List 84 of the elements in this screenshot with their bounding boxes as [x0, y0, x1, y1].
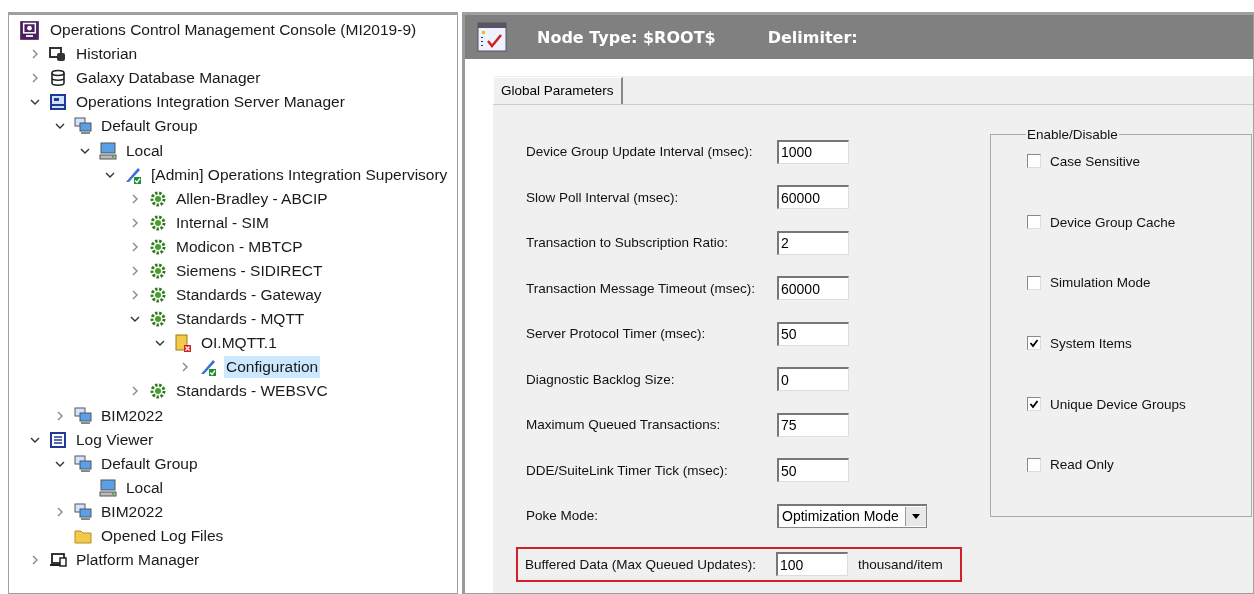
server-manager-icon — [49, 93, 67, 112]
checkbox-label: Unique Device Groups — [1050, 396, 1186, 412]
tab[interactable]: Global Parameters — [493, 77, 623, 104]
tree-item[interactable]: Standards - WEBSVC — [174, 380, 330, 403]
gear-icon — [149, 262, 167, 280]
database-icon — [49, 69, 67, 88]
tree-item[interactable]: Modicon - MBTCP — [174, 235, 305, 258]
gear-icon — [149, 286, 167, 305]
computers-icon — [74, 406, 92, 425]
computers-icon — [74, 502, 92, 521]
input-field[interactable]: 1000 — [777, 139, 849, 164]
gear-icon — [149, 382, 167, 401]
tree-item[interactable]: OI.MQTT.1 — [199, 332, 279, 355]
delimiter-label: Delimiter: — [767, 27, 858, 47]
tree-item[interactable]: [Admin] Operations Integration Supervisory — [149, 163, 450, 186]
gear-icon — [149, 189, 167, 208]
tree-item[interactable]: Standards - Gateway — [174, 284, 324, 307]
document-error-icon — [174, 334, 192, 353]
tree-item[interactable]: Internal - SIM — [174, 211, 272, 234]
input-field[interactable]: 75 — [777, 412, 849, 437]
tree-item[interactable]: Platform Manager — [74, 549, 202, 572]
tree-item[interactable]: Operations Integration Server Manager — [74, 91, 347, 114]
field-label: Maximum Queued Transactions: — [526, 417, 722, 432]
tree-item[interactable]: Allen-Bradley - ABCIP — [174, 187, 330, 210]
input-field[interactable]: 50 — [777, 321, 849, 346]
checkbox[interactable] — [1027, 397, 1041, 411]
gear-icon — [149, 310, 167, 329]
field-label: Device Group Update Interval (msec): — [526, 144, 754, 159]
input-field[interactable]: 60000 — [777, 185, 849, 209]
tree-item[interactable]: BIM2022 — [99, 500, 166, 523]
dropdown[interactable]: Optimization Mode — [777, 503, 927, 528]
checkbox-label: Device Group Cache — [1050, 214, 1176, 230]
pen-check-icon — [199, 358, 217, 377]
tree-item[interactable]: Local — [124, 476, 166, 499]
checkbox[interactable] — [1027, 215, 1041, 229]
tree-item[interactable]: Operations Control Management Console (MI2019-9) — [48, 19, 419, 42]
tree-item[interactable]: Galaxy Database Manager — [74, 67, 263, 90]
field-label: Diagnostic Backlog Size: — [526, 371, 676, 387]
checkbox-label: Simulation Mode — [1050, 275, 1151, 291]
computer-icon — [99, 141, 117, 160]
input-field[interactable]: 0 — [777, 367, 849, 391]
computers-icon — [74, 117, 92, 136]
console-icon — [19, 19, 40, 41]
computer-icon — [99, 478, 117, 497]
checkbox-label: Case Sensitive — [1050, 153, 1141, 169]
checkbox[interactable] — [1027, 154, 1041, 169]
checklist-icon — [477, 22, 507, 52]
gear-icon — [149, 213, 167, 232]
checkbox-label: Read Only — [1050, 457, 1114, 473]
input-field[interactable]: 60000 — [777, 276, 849, 300]
checkbox[interactable] — [1027, 457, 1041, 472]
checkbox-label: System Items — [1050, 335, 1132, 351]
folder-icon — [74, 527, 92, 545]
tree-item[interactable]: Standards - MQTT — [174, 308, 307, 331]
field-label: Transaction Message Timeout (msec): — [526, 280, 757, 296]
input-field[interactable]: 50 — [777, 458, 849, 482]
input-field[interactable]: 2 — [777, 230, 849, 255]
field-label: Slow Poll Interval (msec): — [526, 189, 680, 205]
tree-item[interactable]: Default Group — [99, 452, 200, 475]
tree-item[interactable]: Local — [124, 139, 166, 162]
pen-check-icon — [124, 165, 142, 184]
field-label: Poke Mode: — [526, 508, 600, 523]
tree-item[interactable]: Siemens - SIDIRECT — [174, 260, 325, 282]
checkbox[interactable] — [1027, 336, 1041, 351]
tree-item[interactable]: BIM2022 — [99, 404, 166, 427]
tree-item[interactable]: Configuration — [224, 356, 321, 379]
field-label: Server Protocol Timer (msec): — [526, 326, 707, 341]
log-viewer-icon — [49, 430, 67, 449]
gear-icon — [149, 237, 167, 256]
tree-item[interactable]: Default Group — [99, 115, 200, 138]
field-label: DDE/SuiteLink Timer Tick (msec): — [526, 462, 729, 478]
field-label: Buffered Data (Max Queued Updates): — [525, 556, 757, 572]
computers-icon — [74, 454, 92, 473]
tree-item[interactable]: Historian — [74, 43, 140, 66]
input-field[interactable]: 100 — [776, 552, 848, 576]
field-label: Transaction to Subscription Ratio: — [526, 235, 730, 250]
historian-icon — [49, 45, 67, 64]
tree-item[interactable]: Log Viewer — [74, 428, 156, 451]
tree-item[interactable]: Opened Log Files — [99, 525, 226, 547]
unit-label: thousand/item — [858, 556, 943, 572]
checkbox[interactable] — [1027, 275, 1041, 290]
platform-icon — [49, 551, 67, 570]
group-title: Enable/Disable — [1026, 127, 1119, 142]
node-type-text: Node Type: $ROOT$ — [537, 27, 716, 47]
